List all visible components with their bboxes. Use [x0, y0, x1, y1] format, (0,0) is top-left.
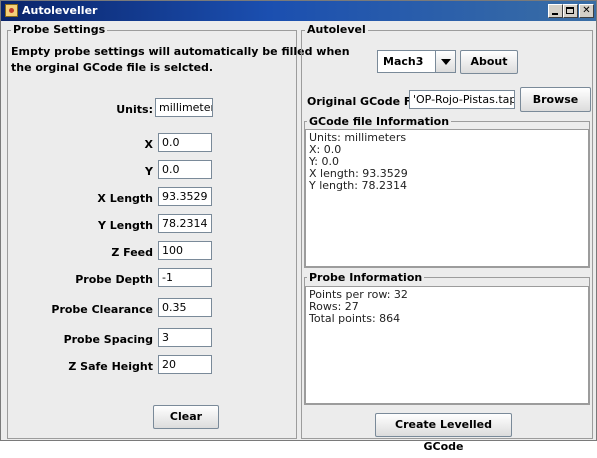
- probe-clearance-label: Probe Clearance: [51, 303, 153, 316]
- z-safe-height-field[interactable]: 20: [158, 355, 212, 374]
- units-label: Units:: [116, 103, 153, 116]
- minimize-button[interactable]: [548, 4, 563, 18]
- browse-button[interactable]: Browse: [520, 87, 591, 112]
- probe-settings-panel: [7, 30, 297, 439]
- controller-select[interactable]: Mach3: [377, 50, 456, 73]
- y-length-field[interactable]: 78.2314: [158, 214, 212, 233]
- z-feed-field[interactable]: 100: [158, 241, 212, 260]
- chevron-down-icon[interactable]: [435, 51, 455, 72]
- probe-info-text: Points per row: 32 Rows: 27 Total points…: [305, 286, 589, 404]
- probe-settings-note-line2: the orginal GCode file is selcted.: [11, 61, 214, 74]
- x-label: X: [144, 138, 153, 151]
- java-app-icon: [5, 4, 18, 17]
- y-field[interactable]: 0.0: [158, 160, 212, 179]
- probe-spacing-field[interactable]: 3: [158, 328, 212, 347]
- probe-depth-field[interactable]: -1: [158, 268, 212, 287]
- z-feed-label: Z Feed: [111, 246, 153, 259]
- probe-depth-label: Probe Depth: [75, 273, 153, 286]
- gcode-info-line: X: 0.0: [309, 143, 342, 156]
- gcode-info-title: GCode file Information: [307, 115, 452, 128]
- y-label: Y: [145, 165, 153, 178]
- clear-button[interactable]: Clear: [153, 405, 219, 429]
- x-field[interactable]: 0.0: [158, 133, 212, 152]
- probe-settings-title: Probe Settings: [11, 23, 108, 36]
- original-gcode-file-field[interactable]: 'OP-Rojo-Pistas.tap: [409, 90, 515, 109]
- window-title: Autoleveller: [22, 4, 98, 17]
- z-safe-height-label: Z Safe Height: [68, 360, 153, 373]
- about-button[interactable]: About: [460, 50, 518, 74]
- gcode-info-line: Units: millimeters: [309, 131, 407, 144]
- maximize-icon: [566, 7, 574, 14]
- controller-selected-value: Mach3: [383, 55, 424, 68]
- probe-clearance-field[interactable]: 0.35: [158, 298, 212, 317]
- create-levelled-gcode-button[interactable]: Create Levelled GCode: [375, 413, 512, 453]
- probe-info-title: Probe Information: [307, 271, 425, 284]
- x-length-label: X Length: [97, 192, 153, 205]
- probe-settings-note-line1: Empty probe settings will automatically …: [11, 45, 350, 58]
- maximize-button[interactable]: [563, 4, 578, 18]
- probe-info-line: Total points: 864: [309, 312, 401, 325]
- gcode-info-line: Y length: 78.2314: [309, 179, 407, 192]
- y-length-label: Y Length: [97, 219, 153, 232]
- minimize-icon: [552, 13, 558, 15]
- app-window: Autoleveller ✕ Probe Settings Empty prob…: [0, 0, 597, 453]
- x-length-field[interactable]: 93.3529: [158, 187, 212, 206]
- close-icon: ✕: [582, 5, 591, 16]
- close-button[interactable]: ✕: [579, 4, 594, 18]
- gcode-info-text: Units: millimeters X: 0.0 Y: 0.0 X lengt…: [305, 129, 589, 267]
- probe-spacing-label: Probe Spacing: [63, 333, 153, 346]
- autolevel-title: Autolevel: [305, 23, 368, 36]
- units-field[interactable]: millimeters: [155, 98, 213, 117]
- title-bar[interactable]: Autoleveller ✕: [1, 1, 596, 21]
